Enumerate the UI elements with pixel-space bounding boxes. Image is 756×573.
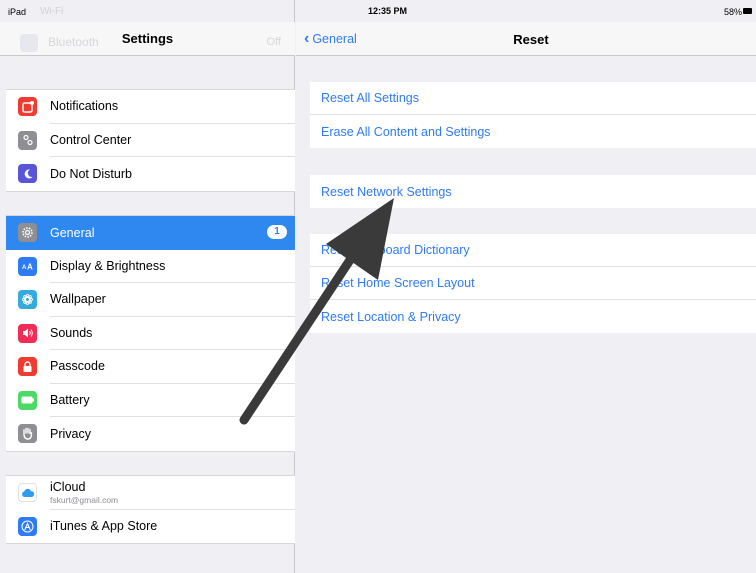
sidebar-item-label: Do Not Disturb [50,166,132,181]
sidebar-item-label: iTunes & App Store [50,519,158,534]
sidebar-item-label: iCloud [50,479,86,494]
speaker-icon [18,323,37,343]
sidebar-item-sounds[interactable]: Sounds [6,317,295,350]
erase-all-content-button[interactable]: Erase All Content and Settings [310,115,756,148]
battery-percentage: 58% [723,7,742,17]
ipad-settings-screen: Bluetooth Off Settings Notifications Con… [0,0,756,573]
sidebar-item-general[interactable]: General 1 [6,216,295,250]
moon-icon [18,164,37,184]
battery-icon [18,390,37,410]
svg-text:A: A [27,263,33,272]
sidebar-group-alerts: Notifications Control Center Do Not Dist… [6,89,295,192]
sidebar-item-label: Notifications [50,90,295,124]
wallpaper-icon [18,290,37,310]
sidebar-item-display-brightness[interactable]: AA Display & Brightness [6,250,295,283]
app-store-icon [18,516,37,536]
wifi-label: Wi-Fi [40,6,64,17]
carrier-label: iPad [8,7,27,17]
sidebar-item-do-not-disturb[interactable]: Do Not Disturb [6,157,295,191]
sidebar-group-accounts: iCloud fskurt@gmail.com iTunes & App Sto… [6,475,295,544]
reset-group-other: Reset Keyboard Dictionary Reset Home Scr… [310,234,756,333]
sidebar-item-control-center[interactable]: Control Center [6,124,295,157]
sidebar-item-label: Privacy [50,426,91,441]
account-email: fskurt@gmail.com [50,494,119,505]
display-icon: AA [18,256,37,276]
sidebar-item-label: Passcode [50,350,295,384]
reset-group-network: Reset Network Settings [310,175,756,208]
sidebar-item-label: Control Center [50,124,295,157]
sidebar-item-passcode[interactable]: Passcode [6,350,295,384]
sidebar-item-battery[interactable]: Battery [6,384,295,417]
reset-home-screen-layout-button[interactable]: Reset Home Screen Layout [310,267,756,300]
sidebar-item-privacy[interactable]: Privacy [6,417,295,451]
cloud-icon [18,483,37,503]
sidebar-item-wallpaper[interactable]: Wallpaper [6,283,295,317]
reset-all-settings-button[interactable]: Reset All Settings [310,82,756,115]
sidebar-item-itunes-app-store[interactable]: iTunes & App Store [6,510,295,544]
control-center-icon [18,130,37,150]
sidebar-header: Bluetooth Off Settings [0,22,295,56]
page-title: Reset [513,32,549,47]
sidebar-item-label: Display & Brightness [50,250,295,283]
sidebar-item-label: Battery [50,384,295,417]
hand-icon [18,424,37,444]
sidebar-item-label-wrap: iCloud fskurt@gmail.com [50,476,295,510]
status-battery-icon [743,8,752,14]
sidebar-item-label: Sounds [50,317,295,350]
notifications-icon [18,97,37,117]
detail-header: ‹ General Reset [296,22,756,56]
reset-detail-pane: ‹ General Reset Reset All Settings Erase… [296,0,756,573]
sidebar-item-label: Wallpaper [50,283,295,317]
sidebar-title: Settings [121,31,174,46]
reset-keyboard-dictionary-button[interactable]: Reset Keyboard Dictionary [310,234,756,267]
notification-badge: 1 [267,225,287,239]
sidebar-item-notifications[interactable]: Notifications [6,90,295,124]
sidebar-group-device: General 1 AA Display & Brightness Wallpa… [6,215,295,452]
reset-location-privacy-button[interactable]: Reset Location & Privacy [310,300,756,333]
gear-icon [18,223,37,243]
lock-icon [18,357,37,377]
reset-group-all: Reset All Settings Erase All Content and… [310,82,756,148]
sidebar-item-label: General [50,225,95,240]
status-bar: iPad Wi-Fi 12:35 PM 58% [0,0,756,22]
sidebar-item-icloud[interactable]: iCloud fskurt@gmail.com [6,476,295,510]
reset-network-settings-button[interactable]: Reset Network Settings [310,175,756,208]
icloud-text: iCloud fskurt@gmail.com [50,480,118,505]
clock: 12:35 PM [368,6,408,16]
settings-sidebar: Bluetooth Off Settings Notifications Con… [0,0,295,573]
